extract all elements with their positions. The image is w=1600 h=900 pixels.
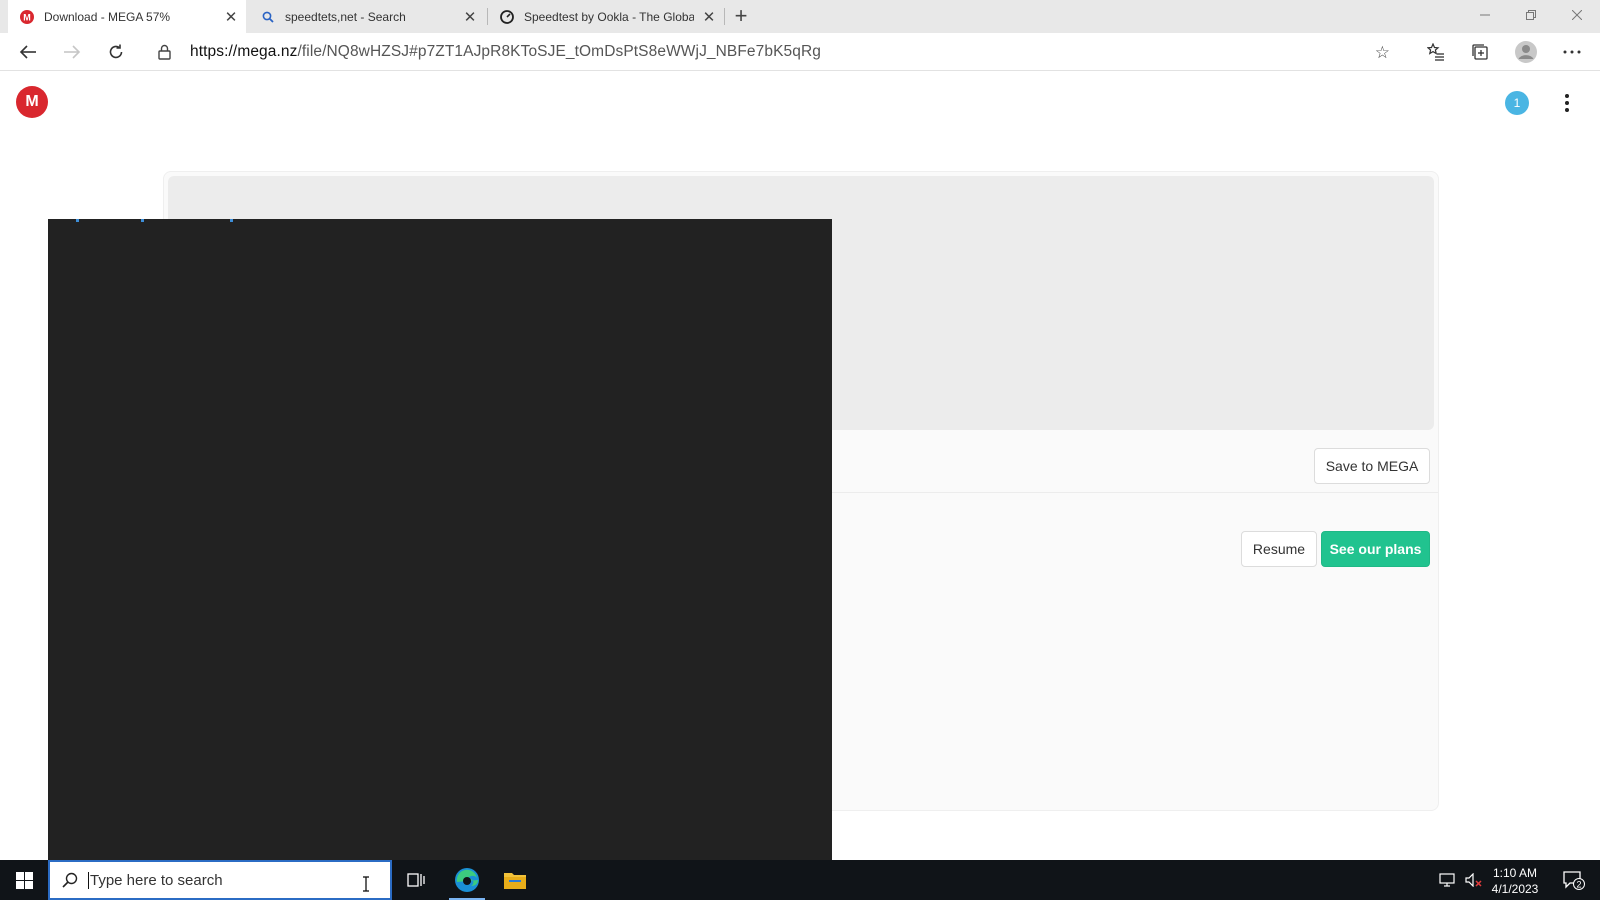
search-icon (261, 10, 275, 24)
favorite-star-icon[interactable]: ☆ (1375, 43, 1390, 63)
svg-text:M: M (23, 12, 31, 22)
taskbar-search-input[interactable]: Type here to search (48, 860, 392, 900)
tab-search[interactable]: speedtets,net - Search ✕ (249, 0, 485, 33)
minimize-button[interactable] (1462, 0, 1508, 30)
speedtest-icon (500, 9, 514, 24)
save-to-mega-button[interactable]: Save to MEGA (1314, 448, 1430, 484)
clock-time: 1:10 AM (1492, 866, 1538, 880)
refresh-button[interactable] (100, 36, 132, 68)
url-host: https://mega.nz (190, 43, 298, 60)
tab-divider (724, 8, 725, 25)
tab-title: speedtets,net - Search (285, 9, 406, 24)
taskbar-clock[interactable]: 1:10 AM 4/1/2023 (1480, 865, 1550, 897)
settings-more-icon[interactable] (1556, 36, 1588, 68)
url-text: https://mega.nz/file/NQ8wHZSJ#p7ZT1AJpR8… (190, 43, 821, 61)
url-path: /file/NQ8wHZSJ#p7ZT1AJpR8KToSJE_tOmDsPtS… (297, 43, 821, 60)
action-center-icon[interactable]: 2 (1554, 860, 1594, 900)
clock-date: 4/1/2023 (1491, 882, 1539, 896)
tab-speedtest[interactable]: Speedtest by Ookla - The Global ✕ (488, 0, 724, 33)
new-tab-button[interactable]: + (727, 2, 755, 30)
forward-button[interactable] (56, 36, 88, 68)
mega-logo[interactable]: M (16, 86, 48, 118)
tab-strip: M Download - MEGA 57% ✕ speedtets,net - … (0, 0, 1600, 33)
search-placeholder: Type here to search (88, 871, 223, 889)
mega-icon: M (20, 9, 34, 24)
resume-button[interactable]: Resume (1241, 531, 1317, 567)
file-explorer-icon[interactable] (491, 860, 539, 900)
close-icon[interactable]: ✕ (455, 0, 485, 33)
lock-icon (158, 44, 174, 60)
dark-overlay-window (48, 219, 832, 860)
browser-toolbar: https://mega.nz/file/NQ8wHZSJ#p7ZT1AJpR8… (0, 33, 1600, 71)
window-close-button[interactable] (1554, 0, 1600, 30)
close-icon[interactable]: ✕ (216, 0, 246, 33)
overlay-marker (76, 219, 79, 222)
search-icon (62, 872, 78, 888)
notification-badge[interactable]: 1 (1505, 91, 1529, 115)
address-bar[interactable]: https://mega.nz/file/NQ8wHZSJ#p7ZT1AJpR8… (146, 36, 1408, 68)
tab-mega-download[interactable]: M Download - MEGA 57% ✕ (8, 0, 246, 33)
favorites-icon[interactable] (1420, 36, 1452, 68)
edge-browser-icon[interactable] (443, 860, 491, 900)
collections-icon[interactable] (1464, 36, 1496, 68)
overlay-marker (230, 219, 233, 222)
tab-title: Speedtest by Ookla - The Global (524, 9, 694, 24)
see-our-plans-button[interactable]: See our plans (1321, 531, 1430, 567)
windows-start-icon[interactable] (0, 860, 48, 900)
overlay-marker (141, 219, 144, 222)
taskbar: Type here to search 1:10 AM 4/1/2023 2 (0, 860, 1600, 900)
close-icon[interactable]: ✕ (694, 0, 724, 33)
profile-avatar-icon[interactable] (1510, 36, 1542, 68)
text-cursor-icon (363, 876, 369, 892)
action-center-count: 2 (1576, 880, 1581, 890)
restore-button[interactable] (1508, 0, 1554, 30)
tab-title: Download - MEGA 57% (44, 9, 171, 24)
back-button[interactable] (12, 36, 44, 68)
task-view-icon[interactable] (392, 860, 440, 900)
network-icon[interactable] (1434, 860, 1462, 900)
menu-kebab-icon[interactable] (1556, 88, 1578, 118)
